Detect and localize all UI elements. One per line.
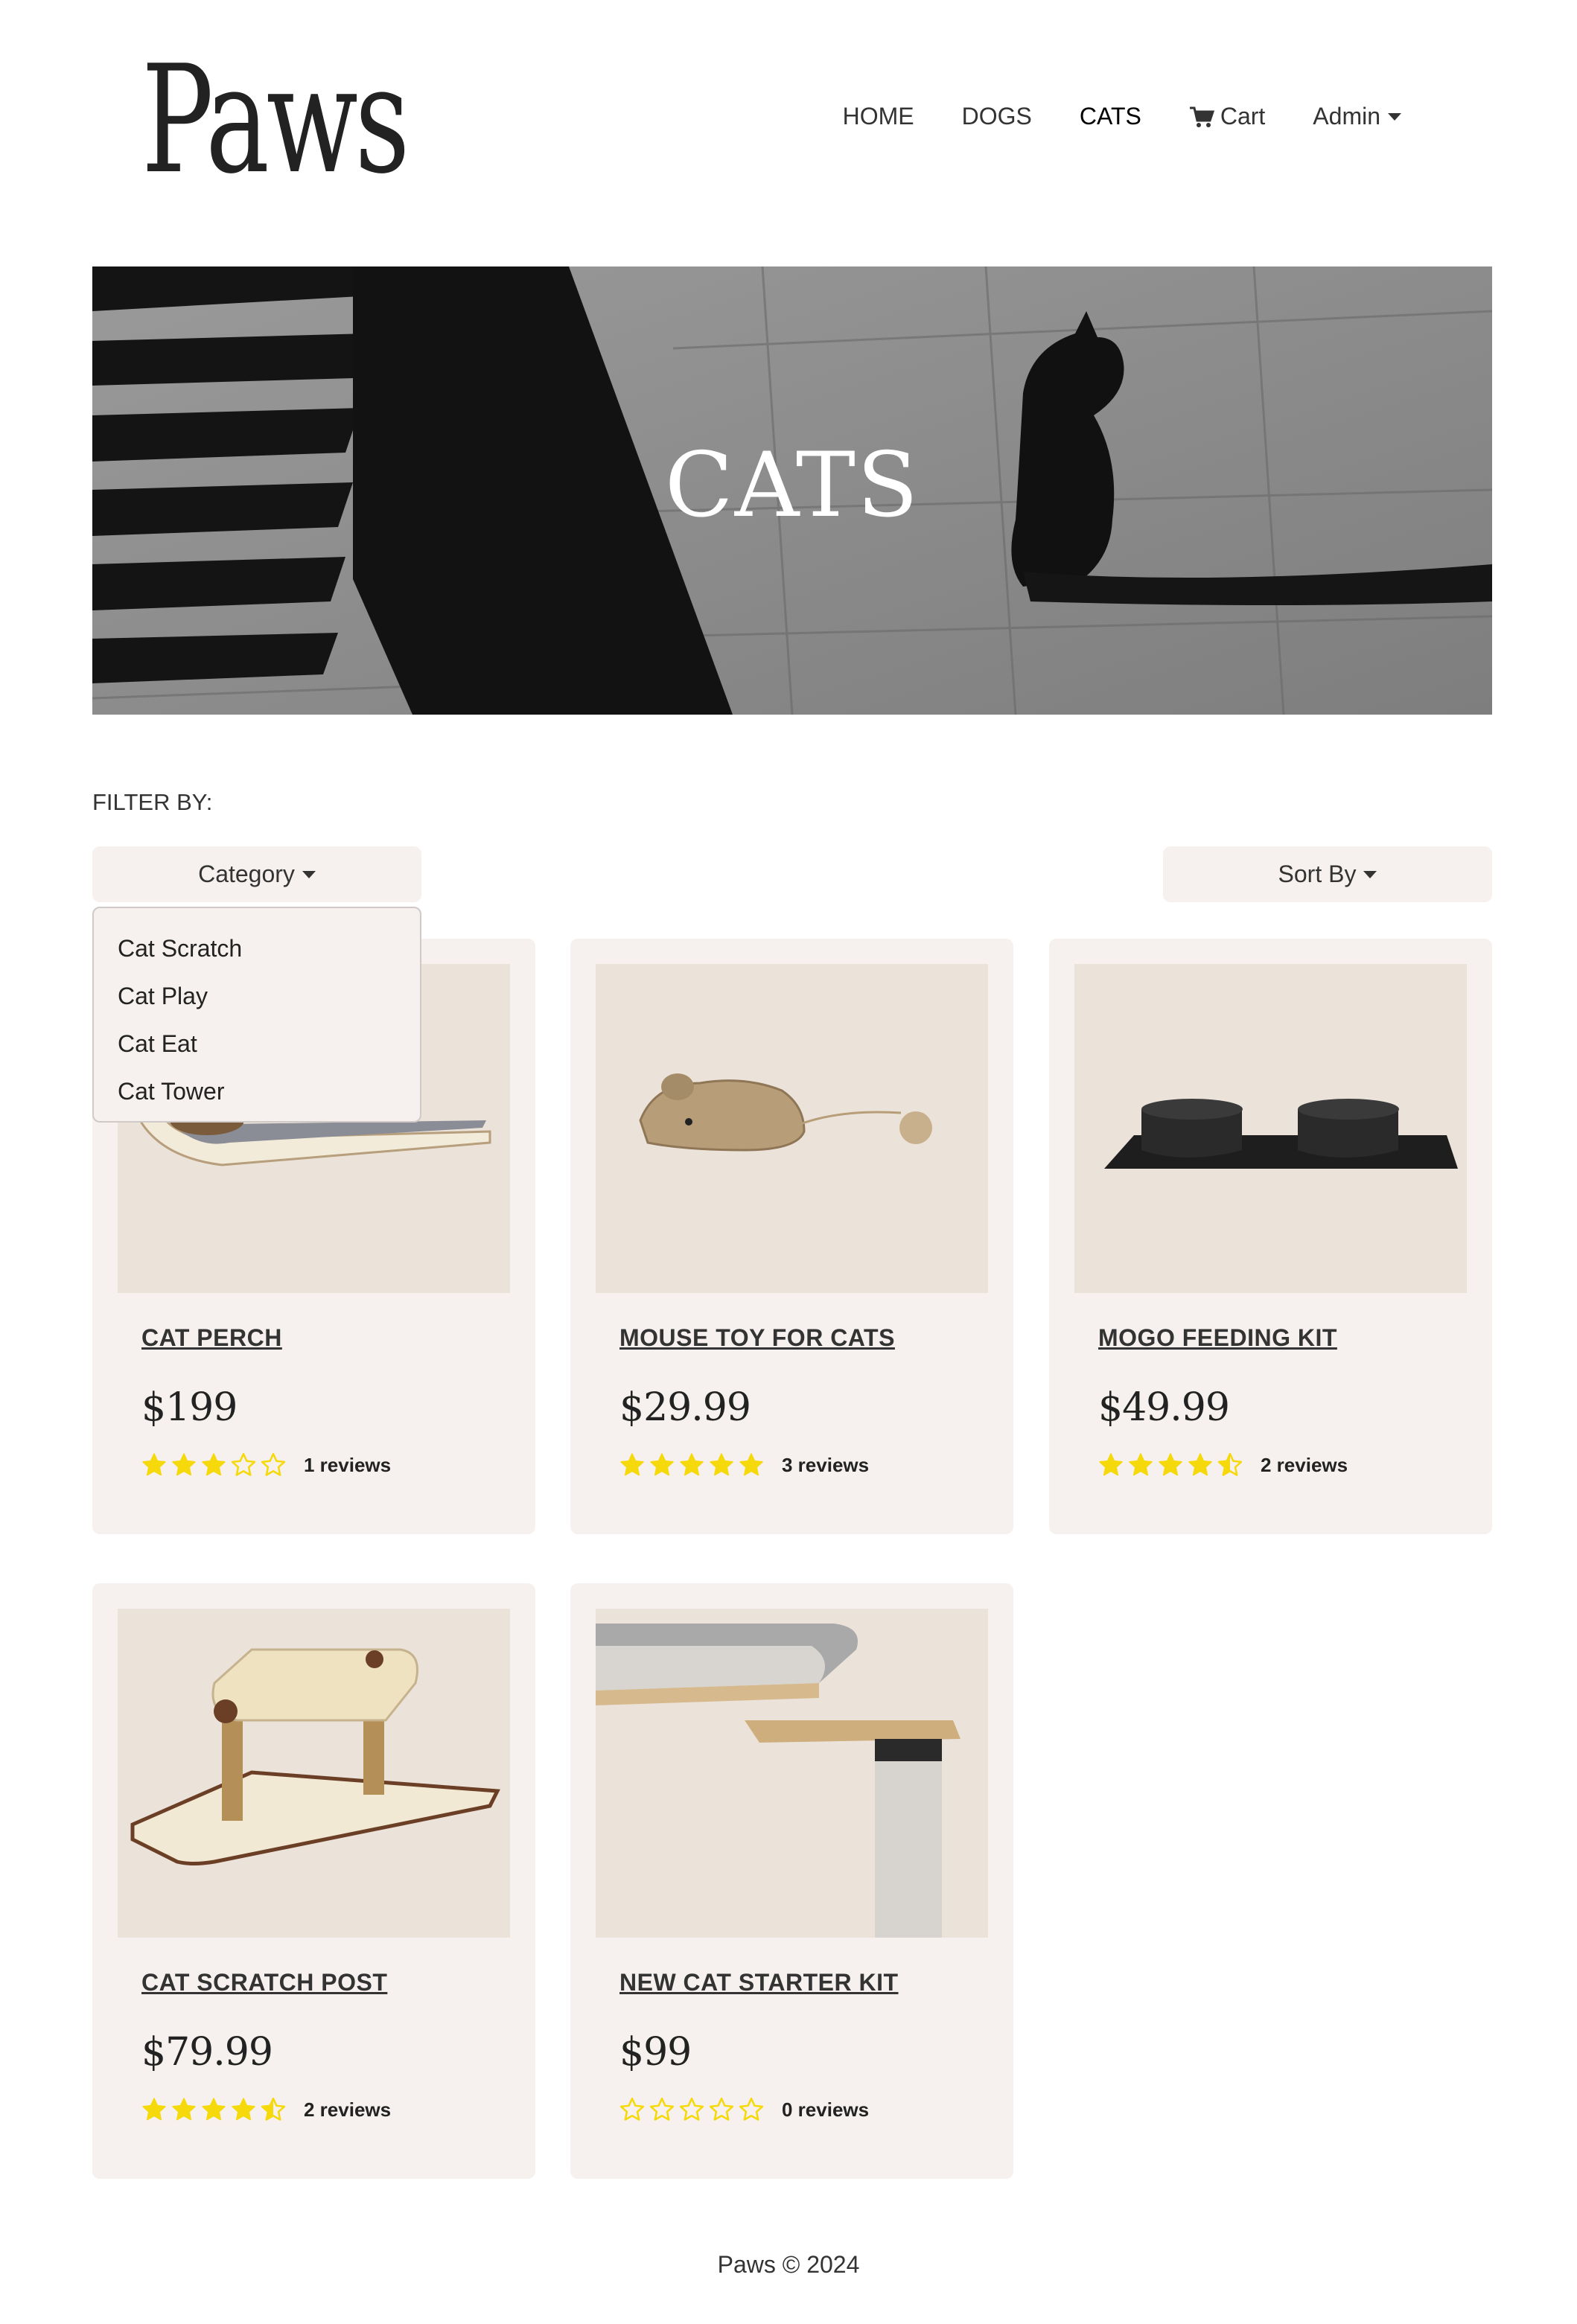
- review-count: 0 reviews: [782, 2098, 870, 2121]
- star-half-icon: [1217, 1452, 1243, 1476]
- nav-dogs[interactable]: DOGS: [962, 103, 1032, 130]
- star-full-icon: [172, 1453, 196, 1476]
- star-full-icon: [172, 2098, 196, 2121]
- scratch-post-image: [118, 1609, 510, 1938]
- filter-label: FILTER BY:: [92, 789, 213, 815]
- hero-title: CATS: [664, 434, 920, 537]
- footer-text: Paws © 2024: [717, 2251, 860, 2278]
- product-card[interactable]: NEW CAT STARTER KIT $99 0 reviews: [570, 1583, 1013, 2179]
- review-count: 2 reviews: [1261, 1453, 1348, 1476]
- star-empty-icon: [679, 2097, 704, 2121]
- star-full-icon: [1188, 1453, 1212, 1476]
- cart-label: Cart: [1220, 103, 1266, 130]
- product-rating: 3 reviews: [619, 1452, 869, 1478]
- hero-banner: CATS: [92, 266, 1492, 715]
- product-name[interactable]: CAT SCRATCH POST: [141, 1969, 387, 1996]
- product-card[interactable]: CAT SCRATCH POST $79.99 2 reviews: [92, 1583, 535, 2179]
- star-empty-icon: [261, 1452, 286, 1476]
- cart-icon: [1189, 106, 1214, 127]
- product-price: $199: [141, 1385, 238, 1430]
- star-empty-icon: [231, 1452, 256, 1476]
- star-full-icon: [620, 1453, 644, 1476]
- star-empty-icon: [649, 2097, 675, 2121]
- star-full-icon: [202, 2098, 226, 2121]
- category-dropdown-menu: Cat Scratch Cat Play Cat Eat Cat Tower: [92, 907, 421, 1123]
- nav-home[interactable]: HOME: [843, 103, 914, 130]
- main-nav: HOME DOGS CATS Cart Admin: [843, 103, 1401, 130]
- product-rating: 0 reviews: [619, 2097, 869, 2122]
- star-half-icon: [261, 2097, 286, 2121]
- chevron-down-icon: [1363, 870, 1377, 878]
- product-card[interactable]: MOUSE TOY FOR CATS $29.99 3 reviews: [570, 939, 1013, 1534]
- product-rating: 2 reviews: [141, 2097, 391, 2122]
- product-image[interactable]: [118, 1609, 510, 1938]
- product-price: $49.99: [1098, 1385, 1230, 1430]
- star-full-icon: [680, 1453, 704, 1476]
- product-name[interactable]: NEW CAT STARTER KIT: [619, 1969, 899, 1996]
- starter-kit-image: [596, 1609, 988, 1938]
- star-full-icon: [1159, 1453, 1182, 1476]
- nav-cart[interactable]: Cart: [1189, 103, 1265, 130]
- dropdown-item-cat-play[interactable]: Cat Play: [94, 972, 420, 1020]
- product-image[interactable]: [1074, 964, 1467, 1293]
- feeding-kit-image: [1074, 964, 1467, 1293]
- dropdown-item-cat-tower[interactable]: Cat Tower: [94, 1067, 420, 1115]
- review-count: 3 reviews: [782, 1453, 870, 1476]
- star-full-icon: [1129, 1453, 1153, 1476]
- star-empty-icon: [619, 2097, 645, 2121]
- product-price: $99: [619, 2030, 692, 2075]
- nav-admin-dropdown[interactable]: Admin: [1313, 103, 1401, 130]
- star-full-icon: [739, 1453, 763, 1476]
- product-card[interactable]: MOGO FEEDING KIT $49.99 2 reviews: [1049, 939, 1492, 1534]
- product-name[interactable]: MOGO FEEDING KIT: [1098, 1324, 1337, 1352]
- star-full-icon: [232, 2098, 255, 2121]
- star-full-icon: [650, 1453, 674, 1476]
- chevron-down-icon: [302, 870, 316, 878]
- product-name[interactable]: CAT PERCH: [141, 1324, 282, 1352]
- star-empty-icon: [739, 2097, 764, 2121]
- product-name[interactable]: MOUSE TOY FOR CATS: [619, 1324, 895, 1352]
- star-full-icon: [142, 2098, 166, 2121]
- review-count: 1 reviews: [304, 1453, 392, 1476]
- dropdown-item-cat-eat[interactable]: Cat Eat: [94, 1020, 420, 1067]
- dropdown-item-cat-scratch[interactable]: Cat Scratch: [94, 925, 420, 972]
- logo[interactable]: Paws: [141, 46, 410, 195]
- star-empty-icon: [709, 2097, 734, 2121]
- sort-dropdown-button[interactable]: Sort By: [1163, 846, 1492, 902]
- product-price: $79.99: [141, 2030, 273, 2075]
- star-full-icon: [710, 1453, 733, 1476]
- star-full-icon: [1099, 1453, 1123, 1476]
- category-label: Category: [198, 861, 295, 887]
- product-price: $29.99: [619, 1385, 751, 1430]
- product-image[interactable]: [596, 1609, 988, 1938]
- star-full-icon: [142, 1453, 166, 1476]
- review-count: 2 reviews: [304, 2098, 392, 2121]
- nav-cats[interactable]: CATS: [1080, 103, 1141, 130]
- admin-label: Admin: [1313, 103, 1380, 130]
- product-rating: 1 reviews: [141, 1452, 391, 1478]
- sort-label: Sort By: [1278, 861, 1357, 887]
- star-full-icon: [202, 1453, 226, 1476]
- product-rating: 2 reviews: [1098, 1452, 1348, 1478]
- chevron-down-icon: [1388, 112, 1401, 121]
- product-image[interactable]: [596, 964, 988, 1293]
- category-dropdown-button[interactable]: Category: [92, 846, 421, 902]
- mouse-toy-image: [596, 964, 988, 1293]
